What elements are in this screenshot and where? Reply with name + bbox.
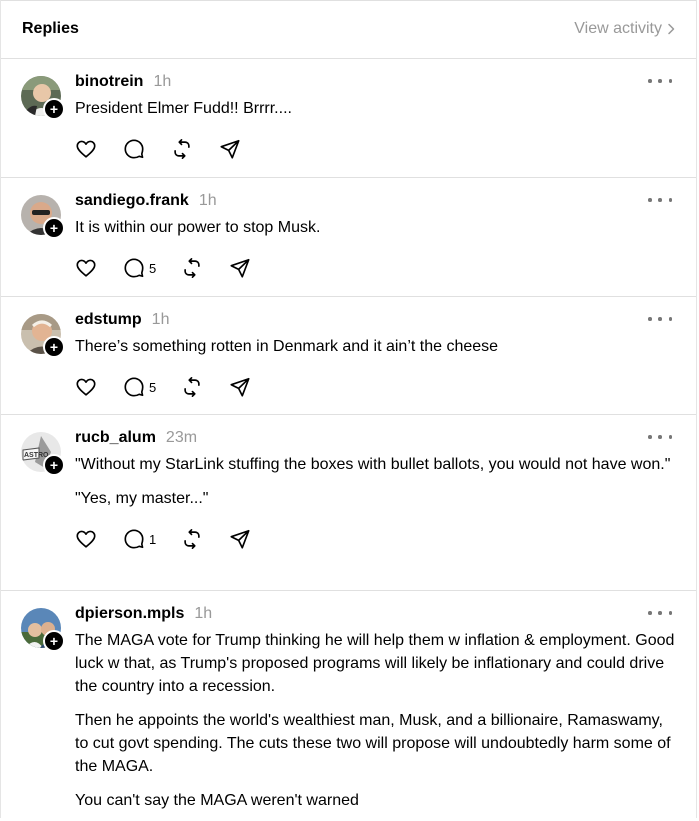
comment-button[interactable]: 5 <box>123 257 181 279</box>
comment-icon <box>124 139 144 159</box>
replies-header: Replies View activity <box>1 0 696 59</box>
more-icon[interactable] <box>648 317 672 325</box>
reply-time: 23m <box>165 429 198 446</box>
replies-panel: Replies View activity + binotrein 1h Pre… <box>0 0 697 818</box>
follow-plus-icon[interactable]: + <box>43 336 65 358</box>
reply-item: + dpierson.mpls 1h The MAGA vote for Tru… <box>1 591 696 821</box>
reply-username[interactable]: sandiego.frank <box>75 192 189 210</box>
reply-actions: 1 <box>75 527 676 551</box>
share-icon <box>230 377 250 397</box>
reply-text: There’s something rotten in Denmark and … <box>75 335 676 358</box>
reply-paragraph: The MAGA vote for Trump thinking he will… <box>75 632 675 695</box>
reply-time: 1h <box>194 605 213 622</box>
reply-item: + edstump 1h There’s something rotten in… <box>1 297 696 415</box>
repost-button[interactable] <box>181 528 229 550</box>
more-icon[interactable] <box>648 611 672 619</box>
reply-paragraph: You can't say the MAGA weren't warned <box>75 792 359 809</box>
repost-button[interactable] <box>181 376 229 398</box>
heart-icon <box>76 259 96 277</box>
reply-meta: dpierson.mpls 1h <box>75 605 676 627</box>
follow-plus-icon[interactable]: + <box>43 98 65 120</box>
reply-paragraph: There’s something rotten in Denmark and … <box>75 338 499 355</box>
repost-button[interactable] <box>171 138 219 160</box>
chevron-right-icon <box>668 23 675 35</box>
reply-paragraph: "Yes, my master..." <box>75 490 209 507</box>
reply-username[interactable]: binotrein <box>75 73 143 91</box>
reply-item: + sandiego.frank 1h It is within our pow… <box>1 178 696 297</box>
reply-username[interactable]: edstump <box>75 311 142 329</box>
reply-meta: rucb_alum 23m <box>75 429 676 451</box>
comment-icon <box>124 258 144 278</box>
like-button[interactable] <box>75 138 123 160</box>
heart-icon <box>76 378 96 396</box>
share-icon <box>230 529 250 549</box>
replies-title: Replies <box>22 20 79 37</box>
heart-icon <box>76 530 96 548</box>
reply-time: 1h <box>153 73 172 90</box>
avatar-container[interactable]: + <box>21 608 65 652</box>
share-button[interactable] <box>229 528 251 550</box>
reply-actions: 5 <box>75 256 676 280</box>
heart-icon <box>76 140 96 158</box>
comment-count: 1 <box>149 531 157 547</box>
reply-actions: 5 <box>75 375 676 399</box>
repost-icon <box>184 529 200 549</box>
share-button[interactable] <box>229 257 251 279</box>
reply-time: 1h <box>198 192 217 209</box>
reply-text: "Without my StarLink stuffing the boxes … <box>75 453 676 510</box>
repost-icon <box>184 258 200 278</box>
repost-button[interactable] <box>181 257 229 279</box>
view-activity-label: View activity <box>574 20 662 37</box>
more-icon[interactable] <box>648 198 672 206</box>
comment-button[interactable]: 5 <box>123 376 181 398</box>
reply-meta: binotrein 1h <box>75 73 676 95</box>
follow-plus-icon[interactable]: + <box>43 217 65 239</box>
reply-username[interactable]: rucb_alum <box>75 429 156 447</box>
repost-icon <box>184 377 200 397</box>
follow-plus-icon[interactable]: + <box>43 454 65 476</box>
follow-plus-icon[interactable]: + <box>43 630 65 652</box>
like-button[interactable] <box>75 528 123 550</box>
share-button[interactable] <box>229 376 251 398</box>
share-icon <box>220 139 240 159</box>
reply-paragraph: Then he appoints the world's wealthiest … <box>75 712 671 775</box>
comment-count: 5 <box>149 379 157 395</box>
comment-icon <box>124 377 144 397</box>
avatar-container[interactable]: + <box>21 76 65 120</box>
repost-icon <box>174 139 190 159</box>
avatar-container[interactable]: ASTRO + <box>21 432 65 476</box>
like-button[interactable] <box>75 376 123 398</box>
reply-actions <box>75 137 676 161</box>
reply-time: 1h <box>151 311 170 328</box>
view-activity-link[interactable]: View activity <box>574 20 676 38</box>
reply-text: The MAGA vote for Trump thinking he will… <box>75 629 676 812</box>
avatar-container[interactable]: + <box>21 195 65 239</box>
comment-button[interactable]: 1 <box>123 528 181 550</box>
top-divider <box>1 0 696 1</box>
comment-button[interactable] <box>123 138 171 160</box>
comment-count: 5 <box>149 260 157 276</box>
comment-icon <box>124 529 144 549</box>
reply-paragraph: President Elmer Fudd!! Brrrr.... <box>75 100 292 117</box>
reply-meta: edstump 1h <box>75 311 676 333</box>
reply-paragraph: It is within our power to stop Musk. <box>75 219 321 236</box>
like-button[interactable] <box>75 257 123 279</box>
reply-item: + binotrein 1h President Elmer Fudd!! Br… <box>1 59 696 178</box>
share-button[interactable] <box>219 138 241 160</box>
reply-meta: sandiego.frank 1h <box>75 192 676 214</box>
reply-item: ASTRO + rucb_alum 23m "Without my StarLi… <box>1 415 696 591</box>
more-icon[interactable] <box>648 435 672 443</box>
reply-username[interactable]: dpierson.mpls <box>75 605 184 623</box>
reply-paragraph: "Without my StarLink stuffing the boxes … <box>75 456 671 473</box>
avatar-container[interactable]: + <box>21 314 65 358</box>
reply-text: President Elmer Fudd!! Brrrr.... <box>75 97 676 120</box>
share-icon <box>230 258 250 278</box>
reply-text: It is within our power to stop Musk. <box>75 216 676 239</box>
more-icon[interactable] <box>648 79 672 87</box>
